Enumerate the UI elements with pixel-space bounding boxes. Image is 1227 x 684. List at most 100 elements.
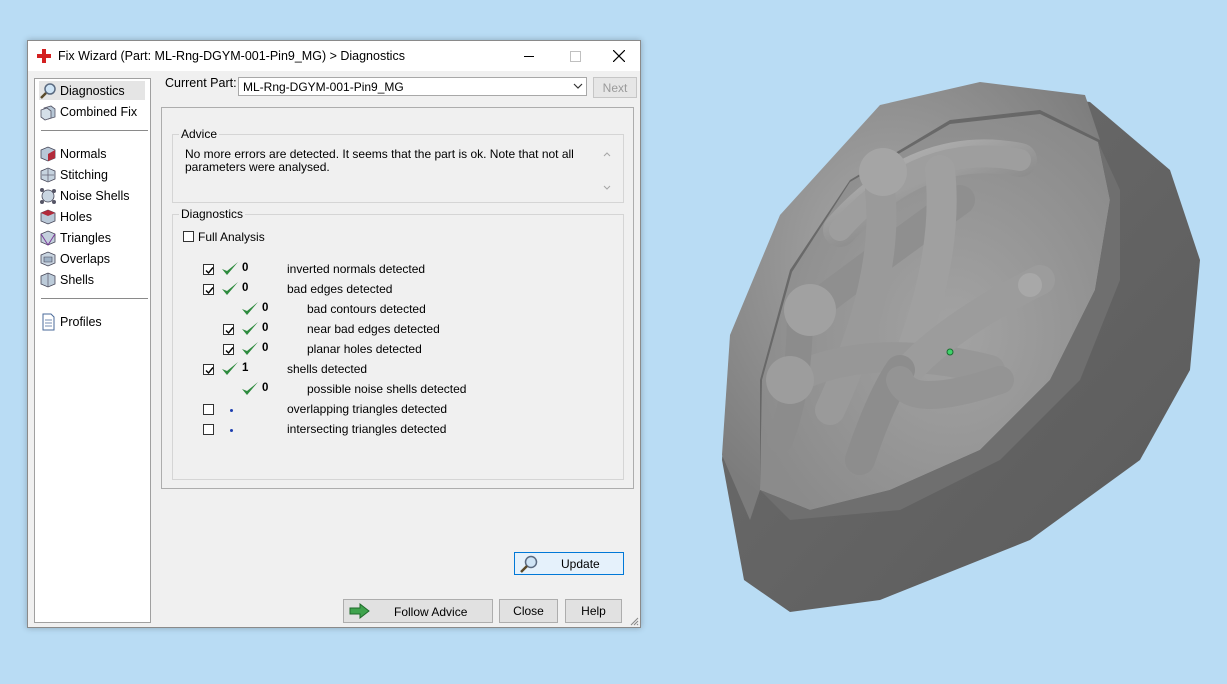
wizard-sidebar: Diagnostics Combined Fix Normals Stitchi… <box>34 78 151 623</box>
sidebar-item-label: Profiles <box>60 314 102 329</box>
update-button[interactable]: Update <box>514 552 624 575</box>
stitch-cube-icon <box>39 166 57 184</box>
3d-part-model[interactable] <box>700 80 1220 620</box>
title-bar[interactable]: Fix Wizard (Part: ML-Rng-DGYM-001-Pin9_M… <box>28 41 640 71</box>
diagnostic-label: shells detected <box>287 362 368 376</box>
noise-shells-icon <box>39 187 57 205</box>
shells-cube-icon <box>39 271 57 289</box>
sidebar-item-diagnostics[interactable]: Diagnostics <box>39 81 145 100</box>
diagnostic-count: 0 <box>242 262 249 274</box>
current-part-dropdown[interactable]: ML-Rng-DGYM-001-Pin9_MG <box>238 77 587 96</box>
diagnostic-count: 0 <box>262 382 269 394</box>
sidebar-item-label: Holes <box>60 209 92 224</box>
follow-advice-label: Follow Advice <box>394 605 468 619</box>
sidebar-item-label: Diagnostics <box>60 83 125 98</box>
advice-group: Advice No more errors are detected. It s… <box>172 127 624 203</box>
help-button[interactable]: Help <box>565 599 622 623</box>
diagnostic-row: 1 shells detected <box>173 360 613 378</box>
diagnostic-row: intersecting triangles detected <box>173 420 613 438</box>
diagnostic-count: 0 <box>242 282 249 294</box>
diagnostic-count: 0 <box>262 342 269 354</box>
resize-grip-icon[interactable] <box>629 616 639 626</box>
close-button[interactable]: Close <box>499 599 558 623</box>
diagnostics-group: Diagnostics Full Analysis 0 inverted norm… <box>172 207 624 575</box>
minimize-icon <box>523 55 534 57</box>
green-check-icon <box>241 301 259 317</box>
diagnostic-label: overlapping triangles detected <box>287 402 448 416</box>
cube-stack-icon <box>39 103 57 121</box>
update-label: Update <box>561 557 600 571</box>
cube-red-icon <box>39 145 57 163</box>
advice-text: No more errors are detected. It seems th… <box>185 147 574 174</box>
maximize-icon <box>569 50 581 62</box>
diagnostics-title: Diagnostics <box>179 207 246 221</box>
sidebar-item-combined-fix[interactable]: Combined Fix <box>39 102 137 121</box>
diagnostic-row: 0 near bad edges detected <box>173 320 613 338</box>
diagnostic-label: planar holes detected <box>307 342 422 356</box>
triangles-cube-icon <box>39 229 57 247</box>
sidebar-item-shells[interactable]: Shells <box>39 270 94 289</box>
sidebar-item-holes[interactable]: Holes <box>39 207 92 226</box>
minimize-button[interactable] <box>506 41 552 71</box>
diagnostic-checkbox[interactable] <box>203 364 214 375</box>
diagnostic-label: bad edges detected <box>287 282 393 296</box>
sidebar-item-triangles[interactable]: Triangles <box>39 228 111 247</box>
sidebar-divider <box>41 130 148 131</box>
diagnostic-checkbox[interactable] <box>203 264 214 275</box>
green-check-icon <box>241 321 259 337</box>
diagnostic-checkbox[interactable] <box>203 404 214 415</box>
green-check-icon <box>241 381 259 397</box>
sidebar-item-stitching[interactable]: Stitching <box>39 165 108 184</box>
diagnostic-checkbox[interactable] <box>203 424 214 435</box>
sidebar-item-noise-shells[interactable]: Noise Shells <box>39 186 129 205</box>
diagnostic-row: overlapping triangles detected <box>173 400 613 418</box>
diagnostic-row: 0 possible noise shells detected <box>173 380 613 398</box>
advice-title: Advice <box>179 127 220 141</box>
full-analysis-checkbox[interactable] <box>183 231 194 242</box>
diagnostic-row: 0 inverted normals detected <box>173 260 613 278</box>
sidebar-item-overlaps[interactable]: Overlaps <box>39 249 110 268</box>
holes-cube-icon <box>39 208 57 226</box>
status-dot-icon <box>230 429 233 432</box>
diagnostic-count: 0 <box>262 322 269 334</box>
follow-advice-button[interactable]: Follow Advice <box>343 599 493 623</box>
diagnostic-checkbox[interactable] <box>223 324 234 335</box>
diagnostic-row: 0 bad contours detected <box>173 300 613 318</box>
current-part-value: ML-Rng-DGYM-001-Pin9_MG <box>243 80 404 94</box>
diagnostic-label: bad contours detected <box>307 302 426 316</box>
diagnostic-label: intersecting triangles detected <box>287 422 447 436</box>
advice-scrollbar[interactable] <box>601 148 613 194</box>
sidebar-item-normals[interactable]: Normals <box>39 144 107 163</box>
full-analysis-label: Full Analysis <box>198 230 265 244</box>
diagnostic-count: 0 <box>262 302 269 314</box>
magnifier-icon <box>519 554 539 577</box>
diagnostic-checkbox[interactable] <box>203 284 214 295</box>
maximize-button[interactable] <box>552 41 598 71</box>
diagnostic-label: possible noise shells detected <box>307 382 467 396</box>
diagnostic-label: near bad edges detected <box>307 322 440 336</box>
sidebar-item-label: Stitching <box>60 167 108 182</box>
window-title: Fix Wizard (Part: ML-Rng-DGYM-001-Pin9_M… <box>58 49 405 63</box>
diagnostic-row: 0 planar holes detected <box>173 340 613 358</box>
green-check-icon <box>221 281 239 297</box>
sidebar-item-label: Noise Shells <box>60 188 130 203</box>
advice-area: No more errors are detected. It seems th… <box>175 145 619 197</box>
arrow-right-icon <box>348 602 372 623</box>
magnifier-icon <box>39 82 57 100</box>
next-button[interactable]: Next <box>593 77 637 98</box>
close-icon <box>613 50 625 62</box>
sidebar-item-label: Normals <box>60 146 107 161</box>
sidebar-item-label: Shells <box>60 272 95 287</box>
diagnostic-row: 0 bad edges detected <box>173 280 613 298</box>
overlaps-cube-icon <box>39 250 57 268</box>
green-check-icon <box>221 261 239 277</box>
diagnostic-checkbox[interactable] <box>223 344 234 355</box>
sidebar-item-profiles[interactable]: Profiles <box>39 312 102 331</box>
green-check-icon <box>241 341 259 357</box>
chevron-down-icon <box>573 83 583 89</box>
status-dot-icon <box>230 409 233 412</box>
fix-wizard-dialog: Fix Wizard (Part: ML-Rng-DGYM-001-Pin9_M… <box>27 40 641 628</box>
sidebar-item-label: Triangles <box>60 230 111 245</box>
close-window-button[interactable] <box>596 41 642 71</box>
diagnostics-panel: Advice No more errors are detected. It s… <box>161 107 634 575</box>
